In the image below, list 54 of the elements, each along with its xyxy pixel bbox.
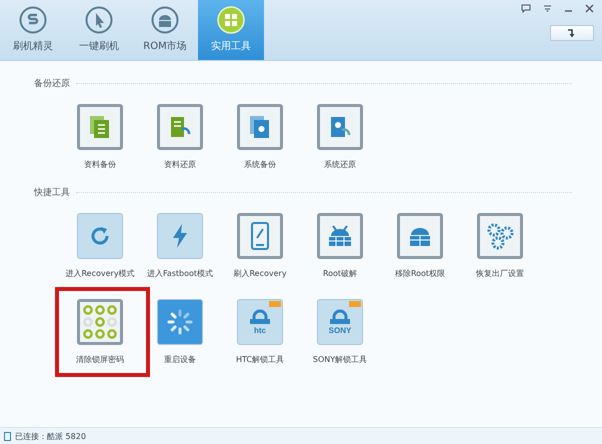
tool-label: 系统备份 (244, 159, 276, 170)
turn-arrow-icon (567, 28, 577, 38)
tool-label: 清除锁屏密码 (76, 354, 124, 365)
tool-tile[interactable] (77, 299, 123, 345)
padlock-icon (249, 309, 271, 325)
phone-icon (4, 432, 11, 440)
close-icon[interactable] (585, 4, 594, 13)
tool-label: 恢复出厂设置 (476, 268, 524, 279)
tool-tile[interactable] (237, 213, 283, 259)
tool-tile[interactable]: SONY (317, 299, 363, 345)
dropdown-icon[interactable] (543, 4, 552, 13)
tool-tile[interactable] (77, 213, 123, 259)
cursor-icon (85, 6, 113, 34)
tool-tile[interactable] (317, 213, 363, 259)
back-button[interactable] (550, 25, 594, 41)
nav-tab[interactable]: 刷机精灵 (0, 0, 66, 60)
tool-tile[interactable] (157, 299, 203, 345)
nav-tab[interactable]: 实用工具 (198, 0, 264, 60)
tool-label: 重启设备 (164, 354, 196, 365)
gears-icon (485, 221, 515, 251)
tool-tile[interactable] (157, 104, 203, 150)
loading-icon (166, 308, 194, 336)
document-stack-icon (89, 115, 111, 139)
document-return-icon (169, 115, 191, 139)
tool-label: 系统还原 (324, 159, 356, 170)
pattern-lock-icon (83, 305, 117, 339)
brand-logo: htc (254, 327, 266, 335)
tool-label: 进入Fastboot模式 (146, 268, 214, 279)
nav-tab[interactable]: 一键刷机 (66, 0, 132, 60)
brand-logo: SONY (328, 327, 352, 335)
tool-label: 进入Recovery模式 (65, 268, 135, 279)
tool-tile[interactable] (397, 213, 443, 259)
tool-label: 资料备份 (84, 159, 116, 170)
tool-label: HTC解锁工具 (236, 354, 284, 365)
lightning-icon (171, 223, 189, 249)
section-title: 快捷工具 (34, 186, 70, 199)
tool-label: SONY解锁工具 (312, 354, 368, 365)
tool-label: 移除Root权限 (394, 268, 446, 279)
tool-tile[interactable] (77, 104, 123, 150)
tablet-icon (250, 222, 270, 250)
tool-tile[interactable] (317, 104, 363, 150)
padlock-icon (328, 309, 351, 325)
tool-tile[interactable]: htc (237, 299, 283, 345)
grid-icon (217, 6, 245, 34)
tool-tile[interactable] (157, 213, 203, 259)
tool-tile[interactable] (477, 213, 523, 259)
tool-tile[interactable] (237, 104, 283, 150)
chat-icon[interactable] (521, 4, 531, 13)
tool-label: Root破解 (322, 268, 358, 279)
nav-tab[interactable]: ROM市场 (132, 0, 198, 60)
connection-status: 已连接：酷派 5820 (15, 430, 86, 442)
tool-label: 刷入Recovery (233, 268, 287, 279)
section-title: 备份还原 (34, 78, 70, 90)
tool-label: 资料还原 (164, 159, 196, 170)
